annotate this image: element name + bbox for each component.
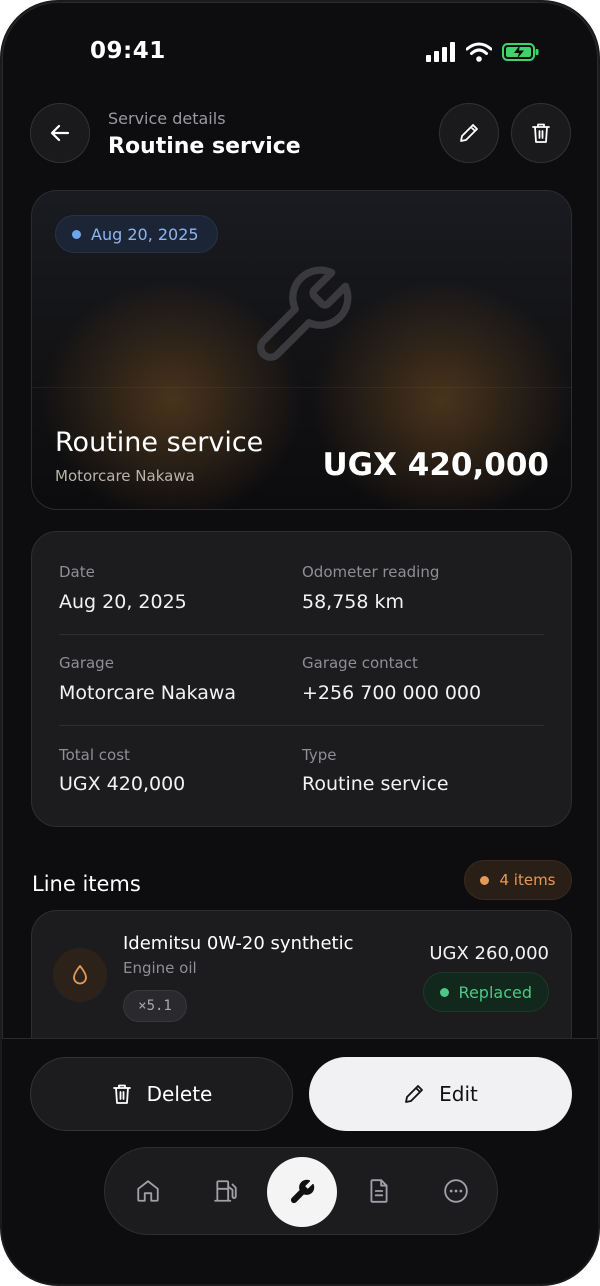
date-badge: Aug 20, 2025 xyxy=(55,215,218,253)
screen: 09:41 Service details Routine service Au… xyxy=(2,2,598,1284)
hero-divider xyxy=(32,387,571,388)
pencil-icon xyxy=(460,124,478,142)
item-status-text: Replaced xyxy=(458,982,532,1002)
more-icon xyxy=(444,1179,468,1203)
status-time: 09:41 xyxy=(90,38,166,64)
page-title: Routine service xyxy=(108,134,301,159)
count-dot xyxy=(480,875,490,885)
service-hero-card: Aug 20, 2025 Routine service Motorcare N… xyxy=(31,190,572,510)
delete-icon-button[interactable] xyxy=(511,103,571,163)
detail-value-total: UGX 420,000 xyxy=(59,773,186,795)
wifi-icon xyxy=(466,42,492,62)
tab-fuel[interactable] xyxy=(196,1148,256,1234)
pencil-icon xyxy=(405,1085,424,1103)
edit-button[interactable]: Edit xyxy=(309,1057,572,1131)
date-badge-text: Aug 20, 2025 xyxy=(91,224,199,244)
trash-icon xyxy=(532,123,550,143)
back-button[interactable] xyxy=(30,103,90,163)
detail-value-date: Aug 20, 2025 xyxy=(59,591,187,613)
detail-label-date: Date xyxy=(59,563,95,581)
tab-documents[interactable] xyxy=(349,1148,409,1234)
tab-bar xyxy=(104,1147,498,1235)
detail-value-type: Routine service xyxy=(302,773,449,795)
edit-button-label: Edit xyxy=(439,1082,478,1106)
tab-services[interactable] xyxy=(267,1157,337,1227)
line-items-count-badge: 4 items xyxy=(464,860,572,900)
detail-value-garage: Motorcare Nakawa xyxy=(59,682,237,704)
item-name: Idemitsu 0W-20 synthetic xyxy=(123,933,354,954)
delete-button-label: Delete xyxy=(146,1082,213,1106)
wrench-watermark-icon xyxy=(257,266,352,361)
details-card: Date Aug 20, 2025 Odometer reading 58,75… xyxy=(31,531,572,827)
item-status-badge: Replaced xyxy=(422,972,549,1012)
hero-title: Routine service xyxy=(55,427,264,458)
detail-value-odometer: 58,758 km xyxy=(302,591,405,613)
detail-label-garage: Garage xyxy=(59,654,114,672)
delete-button[interactable]: Delete xyxy=(30,1057,293,1131)
wrench-icon xyxy=(290,1179,315,1204)
detail-label-total: Total cost xyxy=(59,746,130,764)
item-quantity-chip: ×5.1 xyxy=(123,990,187,1022)
battery-charging-icon xyxy=(502,43,539,61)
hero-garage: Motorcare Nakawa xyxy=(55,467,195,485)
item-category: Engine oil xyxy=(123,959,197,977)
header-subtitle: Service details xyxy=(108,109,226,128)
cellular-signal-icon xyxy=(426,42,455,62)
detail-divider xyxy=(59,725,544,726)
date-dot xyxy=(72,229,81,239)
trash-icon xyxy=(112,1084,131,1104)
detail-label-type: Type xyxy=(302,746,337,764)
detail-label-contact: Garage contact xyxy=(302,654,418,672)
hero-amount: UGX 420,000 xyxy=(322,447,549,483)
fuel-pump-icon xyxy=(214,1180,237,1202)
document-icon xyxy=(370,1179,388,1203)
home-icon xyxy=(137,1180,159,1202)
detail-label-odometer: Odometer reading xyxy=(302,563,440,581)
arrow-left-icon xyxy=(50,124,70,142)
tab-home[interactable] xyxy=(118,1148,178,1234)
item-price: UGX 260,000 xyxy=(429,943,549,964)
bottom-bar: Delete Edit xyxy=(2,1038,598,1284)
status-icons xyxy=(426,42,540,62)
edit-icon-button[interactable] xyxy=(439,103,499,163)
oil-drop-icon xyxy=(73,965,87,985)
item-icon-circle xyxy=(53,948,107,1002)
tab-more[interactable] xyxy=(426,1148,486,1234)
line-items-heading: Line items xyxy=(32,872,141,896)
status-dot xyxy=(439,987,449,997)
detail-value-contact[interactable]: +256 700 000 000 xyxy=(302,682,481,704)
detail-divider xyxy=(59,634,544,635)
phone-frame: 09:41 Service details Routine service Au… xyxy=(0,0,600,1286)
line-items-count: 4 items xyxy=(499,871,556,889)
